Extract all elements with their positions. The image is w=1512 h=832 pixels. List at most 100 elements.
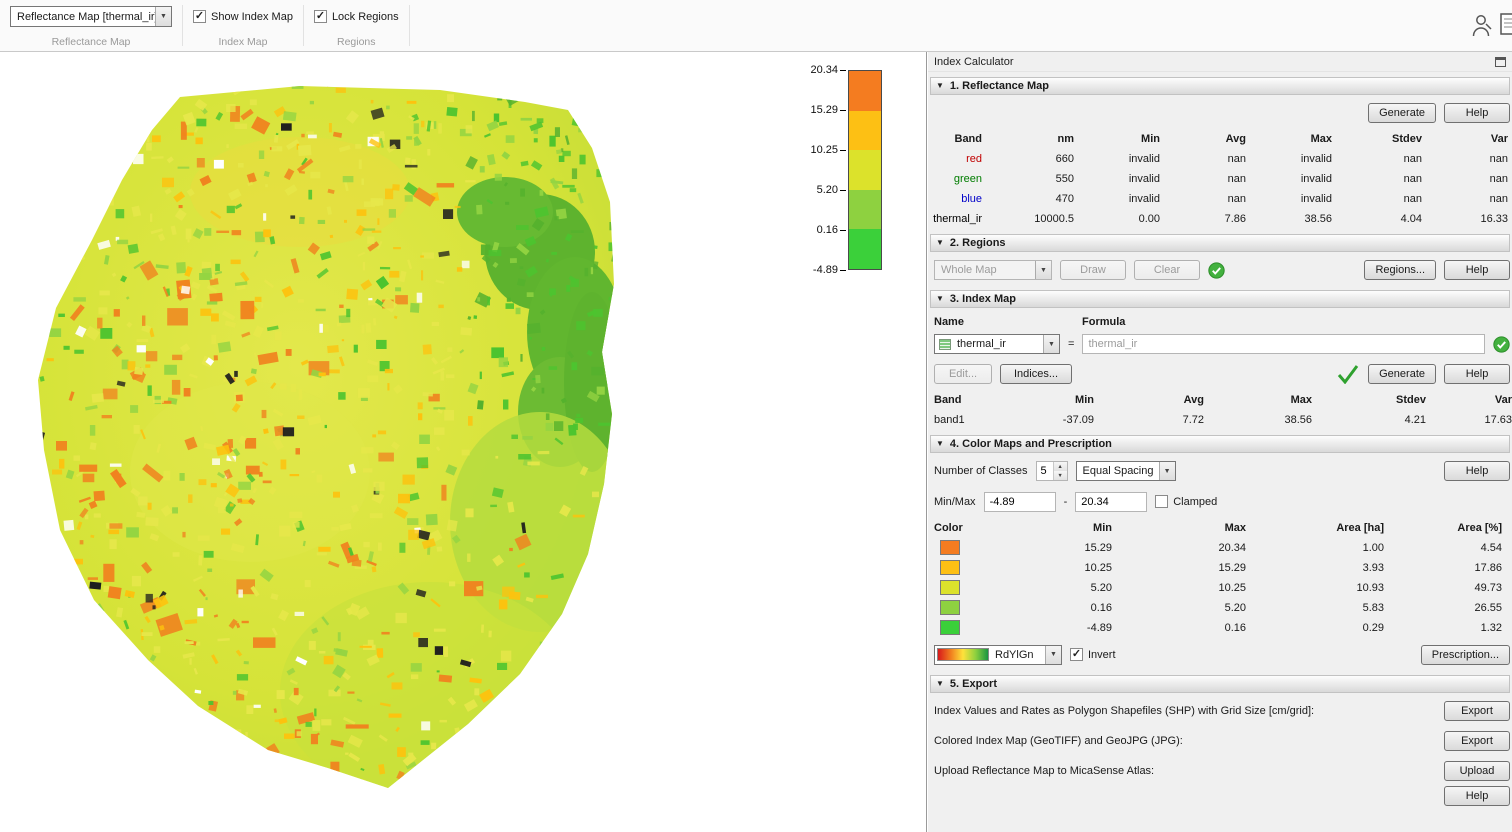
user-icon[interactable] [1470,12,1494,38]
cell: nan [1340,149,1430,169]
chevron-down-icon: ▼ [1035,261,1051,279]
band-name-cell: green [928,169,990,189]
col-header: nm [990,129,1082,149]
export-geotiff-button[interactable]: Export [1444,731,1510,751]
cell: 0.29 [1254,618,1392,638]
spacing-dropdown[interactable]: Equal Spacing ▼ [1076,461,1176,481]
clamped-checkbox[interactable]: Clamped [1155,491,1217,512]
draw-region-button[interactable]: Draw [1060,260,1126,280]
panel-title: Index Calculator [934,52,1014,72]
cell: 4.54 [1392,538,1510,558]
cell: 0.00 [1082,209,1168,229]
checkbox-checked-icon[interactable] [314,10,327,23]
section-header-regions[interactable]: ▼ 2. Regions [930,234,1510,252]
formula-checkmark-icon [1336,364,1360,384]
chevron-down-icon[interactable]: ▼ [1159,462,1175,480]
generate-index-button[interactable]: Generate [1368,364,1436,384]
colorbar-tick-label: 20.34 [760,63,846,77]
class-color-swatch [940,580,960,595]
upload-atlas-button[interactable]: Upload [1444,761,1510,781]
cell: invalid [1082,149,1168,169]
cell: -4.89 [984,618,1120,638]
help-export-button[interactable]: Help [1444,786,1510,806]
collapse-triangle-icon[interactable]: ▼ [936,680,944,688]
cell: 4.04 [1340,209,1430,229]
max-value-input[interactable] [1075,492,1147,512]
cell: 20.34 [1120,538,1254,558]
colormap-dropdown[interactable]: RdYlGn ▼ [934,645,1062,665]
cell: 660 [990,149,1082,169]
help-regions-button[interactable]: Help [1444,260,1510,280]
export-shp-button[interactable]: Export [1444,701,1510,721]
lock-regions-checkbox[interactable]: Lock Regions [314,6,399,27]
cell: 15.29 [1120,558,1254,578]
float-window-icon[interactable] [1495,57,1506,67]
class-color-swatch [940,620,960,635]
number-of-classes-label: Number of Classes [934,465,1028,477]
classes-value-input[interactable] [1037,462,1053,480]
export-geotiff-label: Colored Index Map (GeoTIFF) and GeoJPG (… [934,735,1183,747]
reflectance-stats-table: Band nm Min Avg Max Stdev Var red 660 in… [928,129,1512,229]
equals-sign: = [1068,338,1074,350]
show-index-map-checkbox[interactable]: Show Index Map [193,6,293,27]
region-selector-dropdown[interactable]: Whole Map ▼ [934,260,1052,280]
cell: 1.32 [1392,618,1510,638]
regions-dialog-button[interactable]: Regions... [1364,260,1436,280]
help-colormaps-button[interactable]: Help [1444,461,1510,481]
reflectance-map-dropdown[interactable]: Reflectance Map [thermal_ir] ▼ [10,6,172,27]
cell: invalid [1082,169,1168,189]
index-name-dropdown[interactable]: thermal_ir ▼ [934,334,1060,354]
colorbar-segment [849,150,881,190]
checkbox-unchecked-icon[interactable] [1155,495,1168,508]
collapse-triangle-icon[interactable]: ▼ [936,295,944,303]
band-name-cell: blue [928,189,990,209]
chevron-down-icon[interactable]: ▼ [155,7,171,26]
cell: invalid [1254,169,1340,189]
colorbar-tick-label: 5.20 [760,183,846,197]
invert-checkbox[interactable]: Invert [1070,644,1116,665]
section-header-index-map[interactable]: ▼ 3. Index Map [930,290,1510,308]
regions-ok-icon [1208,262,1225,279]
group-caption-regions: Regions [314,36,399,49]
clear-region-button[interactable]: Clear [1134,260,1200,280]
chevron-down-icon[interactable]: ▼ [1045,646,1061,664]
tick-mark [840,150,846,151]
collapse-triangle-icon[interactable]: ▼ [936,82,944,90]
map-viewport[interactable]: 20.34 15.29 10.25 5.20 0.16 -4.89 [0,52,927,832]
tick-mark [840,190,846,191]
index-stats-table: Band Min Avg Max Stdev Var band1 -37.09 … [928,390,1512,430]
classes-spinner[interactable]: ▲ ▼ [1036,461,1068,481]
section-header-export[interactable]: ▼ 5. Export [930,675,1510,693]
col-header: Max [1212,390,1320,410]
cell: 5.20 [1120,598,1254,618]
cell: 15.29 [984,538,1120,558]
col-header: Var [1430,129,1512,149]
spinner-down-icon[interactable]: ▼ [1054,471,1067,480]
cell: 0.16 [1120,618,1254,638]
help-index-button[interactable]: Help [1444,364,1510,384]
edit-index-button[interactable]: Edit... [934,364,992,384]
indices-button[interactable]: Indices... [1000,364,1072,384]
section-header-color-maps[interactable]: ▼ 4. Color Maps and Prescription [930,435,1510,453]
help-reflectance-button[interactable]: Help [1444,103,1510,123]
chevron-down-icon[interactable]: ▼ [1043,335,1059,353]
class-color-swatch [940,560,960,575]
lock-regions-label: Lock Regions [332,11,399,23]
spinner-up-icon[interactable]: ▲ [1054,462,1067,471]
document-icon[interactable] [1500,12,1512,41]
cell: nan [1168,189,1254,209]
min-value-input[interactable] [984,492,1056,512]
generate-reflectance-button[interactable]: Generate [1368,103,1436,123]
cell: nan [1168,149,1254,169]
export-shp-label: Index Values and Rates as Polygon Shapef… [934,705,1314,717]
section-header-reflectance-map[interactable]: ▼ 1. Reflectance Map [930,77,1510,95]
collapse-triangle-icon[interactable]: ▼ [936,440,944,448]
checkbox-checked-icon[interactable] [1070,648,1083,661]
formula-input[interactable] [1082,334,1485,354]
prescription-button[interactable]: Prescription... [1421,645,1510,665]
colorbar-scale [848,70,882,270]
cell: invalid [1254,149,1340,169]
cell: 16.33 [1430,209,1512,229]
checkbox-checked-icon[interactable] [193,10,206,23]
collapse-triangle-icon[interactable]: ▼ [936,239,944,247]
